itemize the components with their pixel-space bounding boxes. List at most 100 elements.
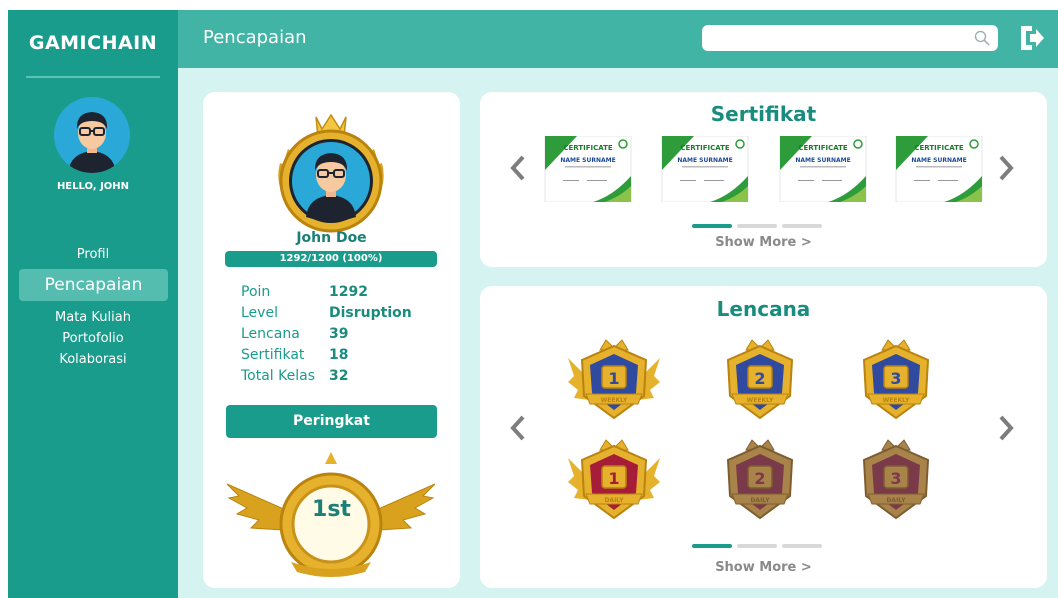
certificate-heading: CERTIFICATE: [563, 144, 613, 152]
badge-item[interactable]: 3 WEEKLY: [850, 336, 942, 422]
badge-banner: WEEKLY: [747, 397, 774, 404]
badges-show-more-link[interactable]: Show More >: [480, 560, 1047, 575]
badge-number: 2: [754, 469, 765, 488]
certificate-heading: CERTIFICATE: [680, 144, 730, 152]
profile-card: John Doe 1292/1200 (100%) Poin 1292 Level…: [203, 92, 460, 588]
certificates-show-more-link[interactable]: Show More >: [480, 235, 1047, 250]
page-title: Pencapaian: [203, 27, 307, 48]
certificate-thumbnail[interactable]: CERTIFICATE NAME SURNAME: [894, 135, 984, 203]
search-icon[interactable]: [974, 30, 990, 46]
badges-title: Lencana: [716, 297, 811, 321]
stat-value: 1292: [329, 284, 368, 300]
stat-label: Poin: [241, 284, 271, 300]
app-shell: GAMICHAIN HELLO, JOHN Profil Pencapaian …: [8, 10, 1058, 598]
certificates-title: Sertifikat: [710, 102, 817, 126]
badge-banner: DAILY: [604, 497, 624, 504]
peringkat-button[interactable]: Peringkat: [226, 405, 437, 438]
certificate-name: NAME SURNAME: [795, 157, 850, 164]
badge-banner: DAILY: [750, 497, 770, 504]
profile-stats: Poin 1292 Level Disruption Lencana 39 Serti…: [241, 284, 412, 389]
badge-number: 3: [890, 469, 901, 488]
stat-label: Level: [241, 305, 278, 321]
badge-emblem-icon: 2 DAILY: [726, 439, 794, 520]
page-dot[interactable]: [737, 224, 777, 228]
user-avatar-icon: [68, 112, 116, 173]
avatar[interactable]: [54, 97, 130, 173]
badge-number: 1: [608, 369, 619, 388]
badges-card: Lencana 1 WEEKLY 2 WEEKLY 3 WEEKLY 1 DAILY 2 DAIL…: [480, 286, 1047, 588]
profile-emblem-icon: [278, 113, 384, 233]
certificate-heading: CERTIFICATE: [914, 144, 964, 152]
badge-item[interactable]: 3 DAILY: [850, 436, 942, 522]
stat-value: Disruption: [329, 305, 412, 321]
page-dot[interactable]: [737, 544, 777, 548]
search-input[interactable]: [702, 25, 962, 51]
badges-pagination: [692, 544, 822, 548]
badge-emblem-icon: 1 WEEKLY: [568, 339, 660, 420]
certificates-prev-button[interactable]: [510, 154, 526, 182]
certificate-image-icon: CERTIFICATE NAME SURNAME: [544, 135, 632, 203]
stat-row-total-kelas: Total Kelas 32: [241, 368, 412, 389]
profile-name: John Doe: [296, 230, 367, 246]
badge-item[interactable]: 1 DAILY: [568, 436, 660, 522]
chevron-right-icon: [999, 415, 1014, 441]
chevron-left-icon: [510, 155, 525, 181]
badge-banner: DAILY: [886, 497, 906, 504]
badge-emblem-icon: 2 WEEKLY: [726, 339, 794, 420]
certificate-image-icon: CERTIFICATE NAME SURNAME: [895, 135, 983, 203]
badge-emblem-icon: 3 DAILY: [862, 439, 930, 520]
badge-number: 1: [608, 469, 619, 488]
top-bar: Pencapaian: [178, 10, 1058, 68]
stat-value: 32: [329, 368, 349, 384]
stat-row-sertifikat: Sertifikat 18: [241, 347, 412, 368]
certificate-thumbnail[interactable]: CERTIFICATE NAME SURNAME: [660, 135, 750, 203]
certificates-next-button[interactable]: [998, 154, 1014, 182]
brand-logo[interactable]: GAMICHAIN: [8, 32, 178, 54]
stat-row-poin: Poin 1292: [241, 284, 412, 305]
badge-number: 3: [890, 369, 901, 388]
stat-label: Total Kelas: [241, 368, 316, 384]
chevron-left-icon: [510, 415, 525, 441]
page-dot[interactable]: [692, 544, 732, 548]
page-dot[interactable]: [782, 544, 822, 548]
badge-number: 2: [754, 369, 765, 388]
certificate-thumbnail[interactable]: CERTIFICATE NAME SURNAME: [778, 135, 868, 203]
certificates-pagination: [692, 224, 822, 228]
stat-label: Sertifikat: [241, 347, 305, 363]
sidebar-item-pencapaian[interactable]: Pencapaian: [19, 269, 168, 301]
stat-row-lencana: Lencana 39: [241, 326, 412, 347]
page-dot[interactable]: [782, 224, 822, 228]
sidebar: GAMICHAIN HELLO, JOHN Profil Pencapaian …: [8, 10, 178, 598]
certificate-name: NAME SURNAME: [560, 157, 615, 164]
rank-label: 1st: [312, 497, 351, 522]
sidebar-item-kolaborasi[interactable]: Kolaborasi: [8, 349, 178, 370]
badge-emblem-icon: 1 DAILY: [568, 439, 660, 520]
badges-next-button[interactable]: [998, 414, 1014, 442]
certificate-image-icon: CERTIFICATE NAME SURNAME: [661, 135, 749, 203]
badge-item[interactable]: 2 DAILY: [714, 436, 806, 522]
certificate-name: NAME SURNAME: [911, 157, 966, 164]
badge-item[interactable]: 2 WEEKLY: [714, 336, 806, 422]
certificate-thumbnail[interactable]: CERTIFICATE NAME SURNAME: [543, 135, 633, 203]
search-box: [702, 25, 998, 51]
badges-prev-button[interactable]: [510, 414, 526, 442]
page-dot[interactable]: [692, 224, 732, 228]
brand-divider: [26, 76, 160, 78]
badge-banner: WEEKLY: [601, 397, 628, 404]
sidebar-nav: Profil Pencapaian Mata Kuliah Portofolio…: [8, 244, 178, 370]
stat-label: Lencana: [241, 326, 300, 342]
badge-emblem-icon: 3 WEEKLY: [862, 339, 930, 420]
logout-icon[interactable]: [1019, 24, 1045, 52]
level-progress-bar: 1292/1200 (100%): [225, 251, 437, 267]
certificate-image-icon: CERTIFICATE NAME SURNAME: [779, 135, 867, 203]
chevron-right-icon: [999, 155, 1014, 181]
sidebar-item-profil[interactable]: Profil: [8, 244, 178, 265]
sidebar-item-portofolio[interactable]: Portofolio: [8, 328, 178, 349]
badge-banner: WEEKLY: [883, 397, 910, 404]
stat-value: 18: [329, 347, 349, 363]
sidebar-item-mata-kuliah[interactable]: Mata Kuliah: [8, 307, 178, 328]
certificate-name: NAME SURNAME: [677, 157, 732, 164]
certificate-heading: CERTIFICATE: [798, 144, 848, 152]
certificates-card: Sertifikat CERTIFICATE NAME SURNAME CERT…: [480, 92, 1047, 267]
badge-item[interactable]: 1 WEEKLY: [568, 336, 660, 422]
